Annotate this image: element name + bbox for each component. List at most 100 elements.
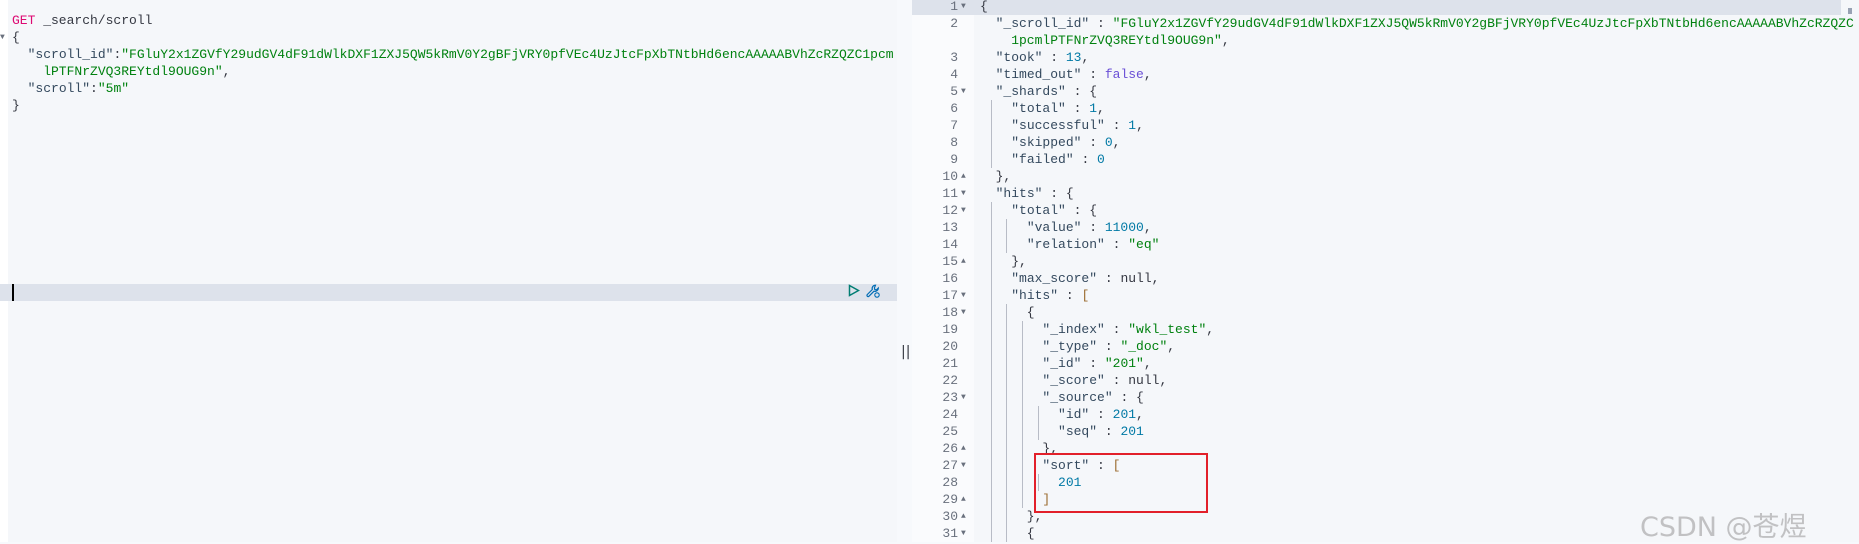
indent-guide	[1037, 406, 1039, 423]
text-cursor	[12, 284, 14, 301]
code-text: "_scroll_id" : "FGluY2x1ZGVfY29udGV4dF91…	[980, 15, 1854, 32]
json-punctuation: :	[1073, 152, 1098, 167]
indent-guide	[1006, 440, 1008, 457]
json-punctuation: :	[1081, 356, 1105, 371]
wrench-icon[interactable]	[866, 284, 880, 302]
indent-guide	[990, 304, 992, 321]
json-number: 0	[1104, 135, 1113, 150]
json-punctuation: : {	[1112, 390, 1144, 405]
json-punctuation	[980, 203, 1011, 218]
fold-down-icon[interactable]: ▼	[0, 33, 5, 42]
json-key: "id"	[1058, 407, 1090, 422]
json-key: "hits"	[995, 186, 1043, 201]
json-punctuation	[980, 339, 1042, 354]
json-key: "seq"	[1058, 424, 1098, 439]
json-key: "successful"	[1011, 118, 1105, 133]
fold-collapse-icon[interactable]: ▼	[961, 83, 966, 100]
json-punctuation	[980, 237, 1027, 252]
code-text: "_shards" : {	[980, 83, 1097, 100]
json-punctuation	[12, 47, 28, 62]
code-text: },	[980, 253, 1027, 270]
indent-guide	[1022, 406, 1023, 423]
fold-expand-icon[interactable]: ▲	[961, 253, 966, 270]
fold-collapse-icon[interactable]: ▼	[961, 0, 966, 15]
json-punctuation: ,	[1097, 101, 1105, 116]
sort-highlight-box	[1034, 453, 1208, 513]
scrollbar-thumb[interactable]	[1848, 8, 1852, 14]
indent-guide	[1006, 372, 1008, 389]
json-punctuation: :	[1065, 101, 1090, 116]
request-line[interactable]: GET _search/scroll	[12, 12, 152, 29]
request-editor[interactable]: GET _search/scroll ▼ { "scroll_id":"FGlu…	[0, 0, 897, 542]
fold-collapse-icon[interactable]: ▼	[961, 304, 966, 321]
response-line: 10 ▲ },	[912, 168, 1841, 185]
line-number: 9	[950, 152, 958, 167]
fold-collapse-icon[interactable]: ▼	[961, 185, 966, 202]
json-key: "took"	[995, 50, 1043, 65]
indent-guide	[1006, 508, 1008, 525]
json-punctuation: ,	[1143, 356, 1152, 371]
fold-collapse-icon[interactable]: ▼	[961, 457, 966, 474]
code-text: "skipped" : 0,	[980, 134, 1120, 151]
request-line[interactable]: "scroll_id":"FGluY2x1ZGVfY29udGV4dF91dWl…	[12, 46, 894, 63]
json-number: 0	[1097, 152, 1105, 167]
indent-guide	[1022, 491, 1023, 508]
json-punctuation	[980, 220, 1027, 235]
request-line[interactable]: }	[12, 97, 20, 114]
indent-guide	[990, 440, 992, 457]
fold-expand-icon[interactable]: ▲	[961, 491, 966, 508]
json-key: "_type"	[1042, 339, 1098, 354]
json-punctuation	[980, 373, 1042, 388]
indent-guide	[1022, 355, 1023, 372]
json-punctuation: :	[90, 81, 98, 96]
json-string: "FGluY2x1ZGVfY29udGV4dF91dWlkDXF1ZXJ5QW5…	[121, 47, 894, 62]
json-punctuation	[980, 152, 1011, 167]
line-number: 1	[950, 0, 958, 14]
line-number: 5	[950, 84, 958, 99]
code-text: "max_score" : null,	[980, 270, 1159, 287]
play-icon[interactable]	[848, 284, 861, 301]
request-line[interactable]: lPTFNrZVQ3REYtdl9OUG9n",	[12, 63, 230, 80]
json-key: "total"	[1011, 101, 1066, 116]
fold-collapse-icon[interactable]: ▼	[961, 287, 966, 304]
json-key: "value"	[1026, 220, 1082, 235]
fold-collapse-icon[interactable]: ▼	[961, 389, 966, 406]
json-number: 201	[1120, 424, 1144, 439]
code-text: "_type" : "_doc",	[980, 338, 1175, 355]
request-gutter	[0, 0, 8, 542]
line-number: 2	[950, 16, 958, 31]
fold-expand-icon[interactable]: ▲	[961, 508, 966, 525]
fold-expand-icon[interactable]: ▲	[961, 168, 966, 185]
json-punctuation	[12, 81, 28, 96]
response-line: 20 "_type" : "_doc",	[912, 338, 1841, 355]
panel-resize-divider[interactable]	[897, 0, 912, 542]
indent-guide	[1006, 423, 1008, 440]
indent-guide	[1006, 219, 1008, 236]
json-null: null	[1128, 373, 1160, 388]
indent-guide	[1006, 491, 1008, 508]
code-text: 1pcmlPTFNrZVQ3REYtdl9OUG9n",	[980, 32, 1229, 49]
json-key: "relation"	[1026, 237, 1105, 252]
indent-guide	[990, 338, 992, 355]
json-number: 13	[1065, 50, 1082, 65]
json-punctuation: }	[12, 98, 20, 113]
resize-handle-icon[interactable]: ||	[901, 344, 910, 360]
request-line[interactable]: "scroll":"5m"	[12, 80, 129, 97]
json-punctuation: :	[1089, 16, 1113, 31]
fold-expand-icon[interactable]: ▲	[961, 440, 966, 457]
json-key: "_shards"	[995, 84, 1066, 99]
line-number: 31	[942, 526, 958, 541]
line-number: 10	[942, 169, 958, 184]
response-line: 3 "took" : 13,	[912, 49, 1841, 66]
json-punctuation: :	[1058, 288, 1082, 303]
request-line[interactable]: {	[12, 29, 20, 46]
fold-collapse-icon[interactable]: ▼	[961, 525, 966, 542]
fold-collapse-icon[interactable]: ▼	[961, 202, 966, 219]
line-number: 12	[942, 203, 958, 218]
indent-guide	[990, 457, 992, 474]
json-punctuation: :	[1097, 339, 1121, 354]
indent-guide	[990, 287, 992, 304]
indent-guide	[990, 321, 992, 338]
line-number: 24	[942, 407, 958, 422]
code-text: "id" : 201,	[980, 406, 1144, 423]
